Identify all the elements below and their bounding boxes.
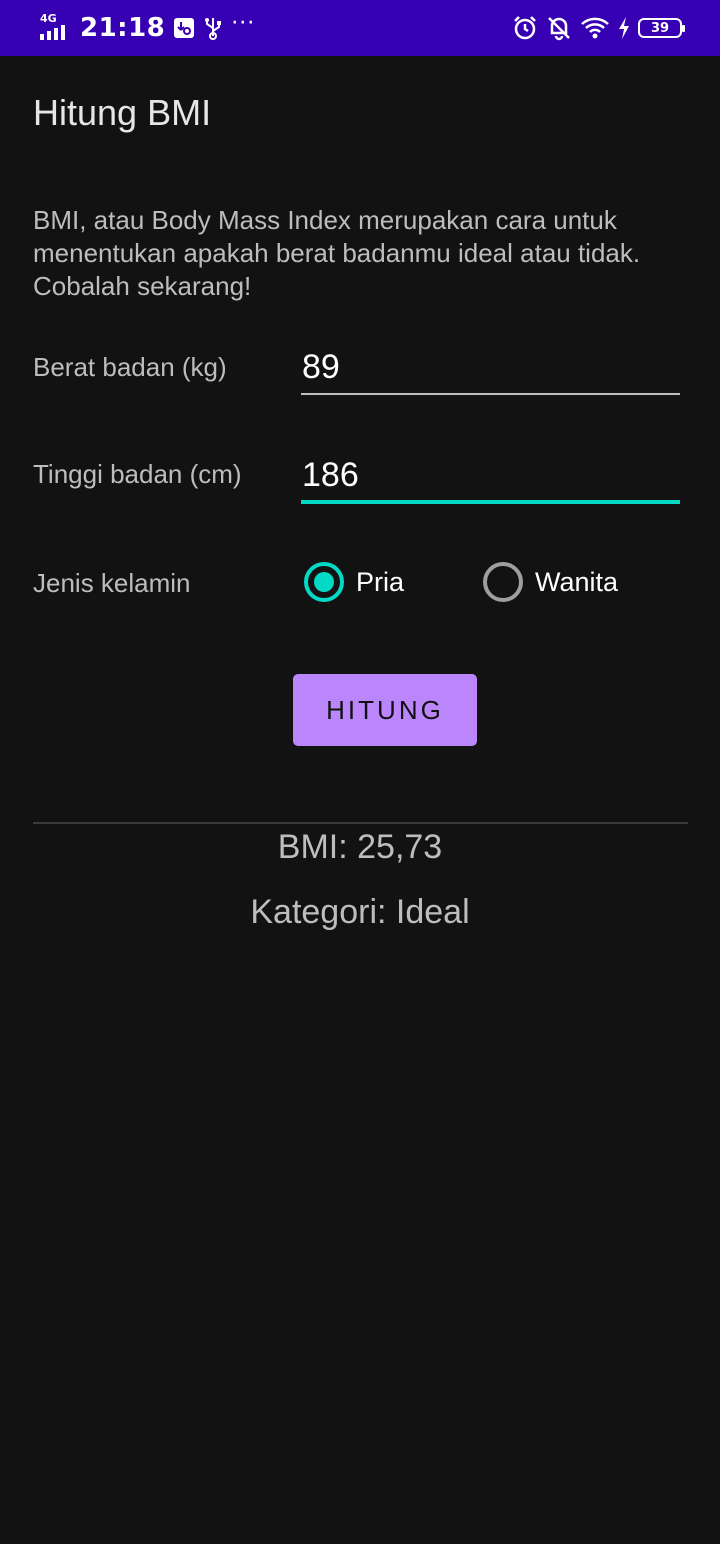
gender-label: Jenis kelamin (33, 568, 191, 598)
bmi-result: BMI: 25,73 (277, 828, 443, 866)
bmi-category: Kategori: Ideal (250, 893, 470, 931)
bell-off-icon (546, 15, 572, 41)
gender-option-label: Pria (356, 566, 405, 597)
usb-debug-icon (173, 17, 195, 39)
status-bar-right: 39 (512, 12, 685, 44)
wifi-icon (580, 16, 610, 40)
clock-time: 21:18 (80, 13, 166, 43)
weight-input[interactable] (301, 341, 680, 395)
network-type-label: 4G (40, 12, 57, 25)
charging-icon (618, 17, 630, 39)
bmi-screen: 4G 21:18 ··· 39 Hitung BMI BMI, atau Bod… (0, 0, 720, 1544)
divider (33, 822, 688, 824)
signal-icon: 4G (38, 12, 72, 42)
height-input[interactable] (301, 450, 680, 504)
usb-icon (203, 16, 223, 40)
radio-checked-icon[interactable] (304, 562, 344, 602)
gender-option-label: Wanita (535, 566, 619, 597)
battery-icon: 39 (638, 18, 685, 38)
gender-radio-pria[interactable]: Pria (304, 562, 404, 602)
status-bar: 4G 21:18 ··· 39 (0, 0, 720, 56)
alarm-icon (512, 15, 538, 41)
more-notifications-icon: ··· (231, 10, 256, 36)
page-title: Hitung BMI (33, 92, 212, 133)
gender-radio-wanita[interactable]: Wanita (483, 562, 618, 602)
calculate-button[interactable]: HITUNG (293, 674, 477, 746)
weight-label: Berat badan (kg) (33, 352, 227, 382)
height-label: Tinggi badan (cm) (33, 459, 242, 489)
status-bar-left: 4G 21:18 ··· (38, 10, 256, 44)
radio-unchecked-icon[interactable] (483, 562, 523, 602)
app-description: BMI, atau Body Mass Index merupakan cara… (33, 205, 641, 301)
